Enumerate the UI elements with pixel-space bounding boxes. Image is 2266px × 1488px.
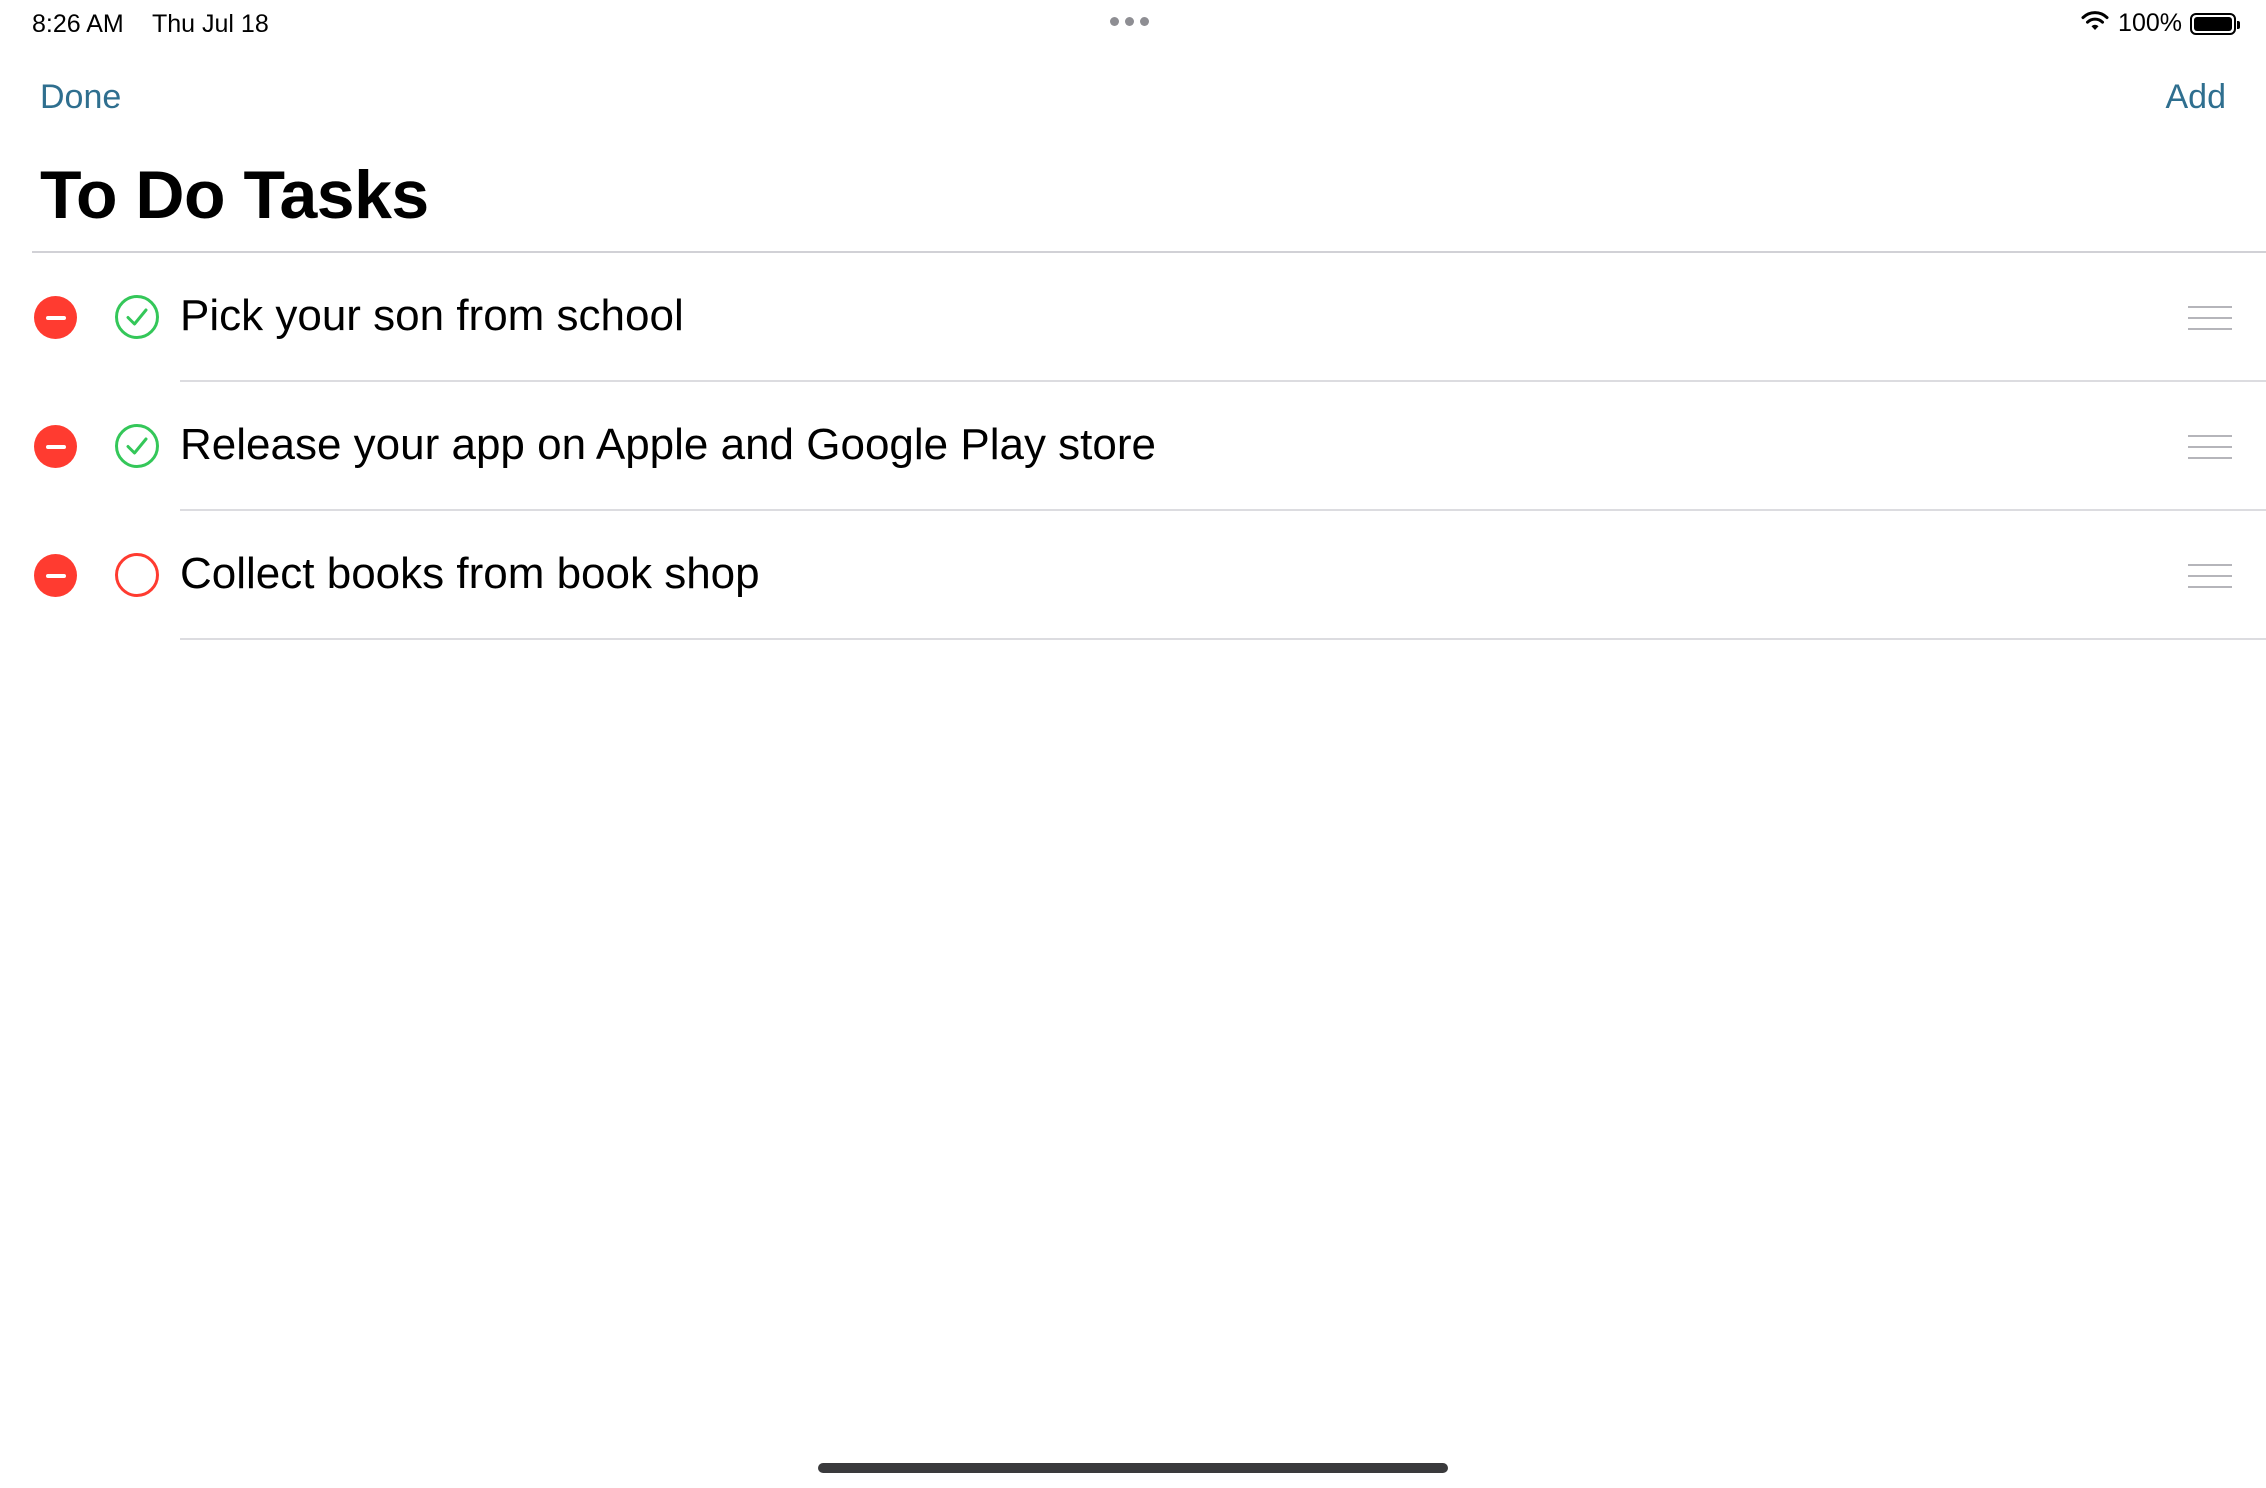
done-button[interactable]: Done <box>40 78 121 117</box>
status-right-group: 100% <box>2080 9 2240 38</box>
battery-icon <box>2190 12 2240 35</box>
status-date: Thu Jul 18 <box>152 10 269 38</box>
delete-icon[interactable] <box>34 554 77 597</box>
task-label: Release your app on Apple and Google Pla… <box>180 420 1156 469</box>
home-indicator[interactable] <box>818 1463 1448 1473</box>
page-title: To Do Tasks <box>40 157 429 233</box>
multitasking-dots-icon[interactable] <box>1110 17 1149 26</box>
status-bar: 8:26 AM Thu Jul 18 100% <box>0 0 2266 48</box>
task-row[interactable]: Release your app on Apple and Google Pla… <box>0 382 2266 511</box>
battery-percent: 100% <box>2118 9 2182 37</box>
delete-icon[interactable] <box>34 425 77 468</box>
task-label: Pick your son from school <box>180 291 684 340</box>
task-list: Pick your son from school Release your a… <box>0 253 2266 640</box>
drag-handle-icon[interactable] <box>2188 435 2232 459</box>
checkmark-circle-icon[interactable] <box>114 423 160 469</box>
empty-circle-icon[interactable] <box>114 552 160 598</box>
wifi-icon <box>2080 9 2110 38</box>
drag-handle-icon[interactable] <box>2188 564 2232 588</box>
task-row[interactable]: Pick your son from school <box>0 253 2266 382</box>
delete-icon[interactable] <box>34 296 77 339</box>
add-button[interactable]: Add <box>2166 78 2227 117</box>
task-row[interactable]: Collect books from book shop <box>0 511 2266 640</box>
drag-handle-icon[interactable] <box>2188 306 2232 330</box>
status-time: 8:26 AM <box>32 10 124 38</box>
checkmark-circle-icon[interactable] <box>114 294 160 340</box>
row-divider <box>180 638 2266 640</box>
task-label: Collect books from book shop <box>180 549 760 598</box>
